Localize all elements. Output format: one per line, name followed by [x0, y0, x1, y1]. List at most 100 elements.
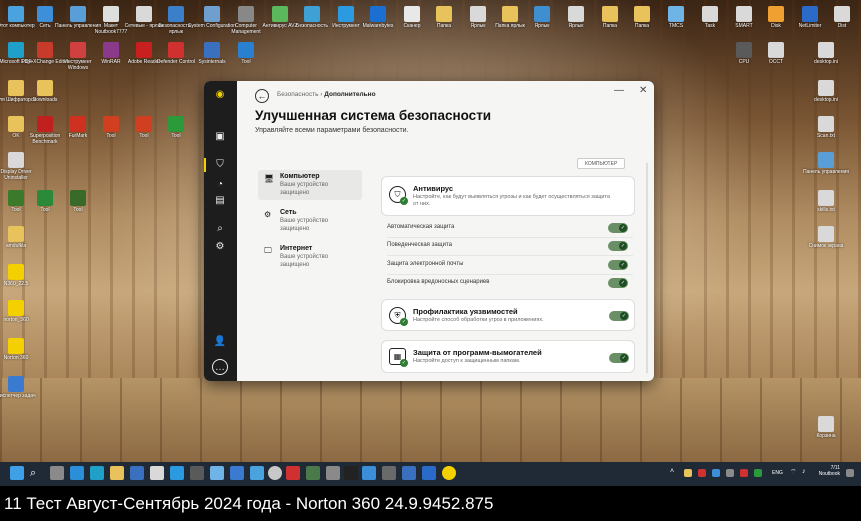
desktop-icon[interactable]: desktop.ini	[802, 42, 850, 65]
main-panel: ← Безопасность › Дополнительно — ✕ Улучш…	[237, 81, 654, 381]
desktop-app-icon	[818, 226, 834, 242]
volume-icon[interactable]: ♪	[802, 468, 806, 475]
antivirus-card[interactable]: ⛉ Антивирус Настройте, как будут выявлят…	[381, 176, 635, 216]
shield-icon[interactable]: ⛉	[204, 157, 228, 173]
app-icon[interactable]	[250, 466, 264, 480]
desktop-app-icon	[304, 6, 320, 22]
clock[interactable]: 7/11 Noutbook	[816, 465, 840, 477]
nav-network[interactable]: ⚙ Сеть Ваше устройство защищено	[258, 206, 362, 236]
tray-icon[interactable]	[712, 469, 720, 477]
desktop-icon[interactable]: Tool	[222, 42, 270, 65]
desktop-icon[interactable]: Scan.txt	[802, 116, 850, 139]
tray-icon[interactable]	[684, 469, 692, 477]
desktop-icon-label: Display Driver Uninstaller	[0, 169, 32, 181]
app-icon[interactable]	[210, 466, 224, 480]
desktop-icon[interactable]: Диспетчер задач	[0, 376, 40, 399]
app-icon[interactable]	[362, 466, 376, 480]
language-indicator[interactable]: ENG	[772, 470, 783, 476]
tray-icon[interactable]	[698, 469, 706, 477]
app-icon[interactable]	[422, 466, 436, 480]
desktop-app-icon	[736, 42, 752, 58]
app-icon[interactable]	[230, 466, 244, 480]
desktop-icon-label: Папка	[602, 23, 618, 29]
start-icon[interactable]	[10, 466, 24, 480]
tray-chevron-icon[interactable]: ˄	[670, 468, 674, 475]
behavior-protect-toggle[interactable]	[608, 241, 628, 251]
desktop-icon[interactable]: Downloads	[21, 80, 69, 103]
app-icon[interactable]	[306, 466, 320, 480]
desktop-icon[interactable]: Dist	[818, 6, 861, 29]
vulnerability-card[interactable]: ⛨ Профилактика уязвимостей Настройте спо…	[381, 299, 635, 331]
desktop-icon[interactable]: Norton 360	[0, 338, 40, 361]
performance-icon[interactable]: ◔	[212, 177, 228, 193]
desktop-icon-label: Сеть	[39, 23, 51, 29]
terminal-icon[interactable]	[344, 466, 358, 480]
device-icon[interactable]: ▣	[212, 129, 228, 145]
app-icon[interactable]	[170, 466, 184, 480]
desktop-app-icon	[370, 6, 386, 22]
backup-icon[interactable]: ▤	[212, 193, 228, 209]
email-protect-toggle[interactable]	[608, 260, 628, 270]
desktop-app-icon	[103, 116, 119, 132]
account-icon[interactable]: 👤	[212, 334, 228, 350]
desktop-icon[interactable]: Tool	[152, 116, 200, 139]
desktop-icon[interactable]: norton_360	[0, 300, 40, 323]
network-icon[interactable]: ⌔	[790, 468, 797, 477]
app-icon[interactable]	[268, 466, 282, 480]
desktop-app-icon	[818, 190, 834, 206]
notification-icon[interactable]	[846, 469, 854, 477]
tray-icon[interactable]	[754, 469, 762, 477]
vulnerability-toggle[interactable]	[609, 311, 629, 321]
desktop-icon[interactable]: amdufkla	[0, 226, 40, 249]
desktop-app-icon	[818, 80, 834, 96]
app-icon[interactable]	[402, 466, 416, 480]
desktop-app-icon	[338, 6, 354, 22]
tray-icon[interactable]	[726, 469, 734, 477]
nav-internet[interactable]: 🖵 Интернет Ваше устройство защищено	[258, 242, 362, 272]
desktop-icon-label: Диспетчер задач	[0, 393, 36, 399]
close-button[interactable]: ✕	[639, 85, 647, 96]
tray-icon[interactable]	[740, 469, 748, 477]
script-block-toggle[interactable]	[608, 278, 628, 288]
edge-icon[interactable]	[90, 466, 104, 480]
breadcrumb-parent[interactable]: Безопасность	[277, 91, 318, 98]
desktop-app-icon	[37, 6, 53, 22]
app-icon[interactable]	[150, 466, 164, 480]
desktop-icon[interactable]: skills.txt	[802, 190, 850, 213]
scrollbar[interactable]	[646, 163, 648, 373]
desktop-icon-label: Снимок экрана	[808, 243, 844, 249]
desktop-icon[interactable]: N360_22.5	[0, 264, 40, 287]
desktop-icon[interactable]: Tool	[54, 190, 102, 213]
desktop-icon[interactable]: Панель управления	[802, 152, 850, 175]
minimize-button[interactable]: —	[614, 85, 624, 96]
explorer-icon[interactable]	[110, 466, 124, 480]
search-icon[interactable]: ⌕	[212, 221, 228, 237]
app-icon[interactable]	[326, 466, 340, 480]
desktop-icon[interactable]: OCCT	[752, 42, 800, 65]
app-icon[interactable]	[286, 466, 300, 480]
settings-gear-icon[interactable]: ⚙	[212, 239, 228, 255]
task-view-icon[interactable]	[50, 466, 64, 480]
desktop-icon[interactable]: Корзина	[802, 416, 850, 439]
nav-computer[interactable]: 🖥 Компьютер Ваше устройство защищено	[258, 170, 362, 200]
desktop-icon[interactable]: Снимок экрана	[802, 226, 850, 249]
ransomware-toggle[interactable]	[609, 353, 629, 363]
desktop-app-icon	[204, 42, 220, 58]
chat-icon[interactable]: …	[212, 359, 228, 375]
store-icon[interactable]	[130, 466, 144, 480]
ransomware-card[interactable]: ▦ Защита от программ-вымогателей Настрой…	[381, 340, 635, 373]
search-icon[interactable]: ⌕	[30, 466, 44, 480]
widgets-icon[interactable]	[70, 466, 84, 480]
desktop-icon[interactable]: Display Driver Uninstaller	[0, 152, 40, 181]
app-icon[interactable]	[190, 466, 204, 480]
norton-taskbar-icon[interactable]	[442, 466, 456, 480]
setting-label: Блокировка вредоносных сценариев	[387, 279, 490, 285]
antivirus-shield-icon: ⛉	[389, 186, 408, 205]
auto-protect-toggle[interactable]	[608, 223, 628, 233]
app-icon[interactable]	[382, 466, 396, 480]
desktop-icon-label: Norton 360	[3, 355, 29, 361]
desktop-icon[interactable]: desktop.ini	[802, 80, 850, 103]
taskbar: ⌕ ˄ ENG ⌔ ♪ 7/11 Noutbook	[0, 462, 861, 486]
setting-row: Поведенческая защита	[387, 241, 633, 256]
back-arrow-icon[interactable]: ←	[255, 89, 269, 103]
